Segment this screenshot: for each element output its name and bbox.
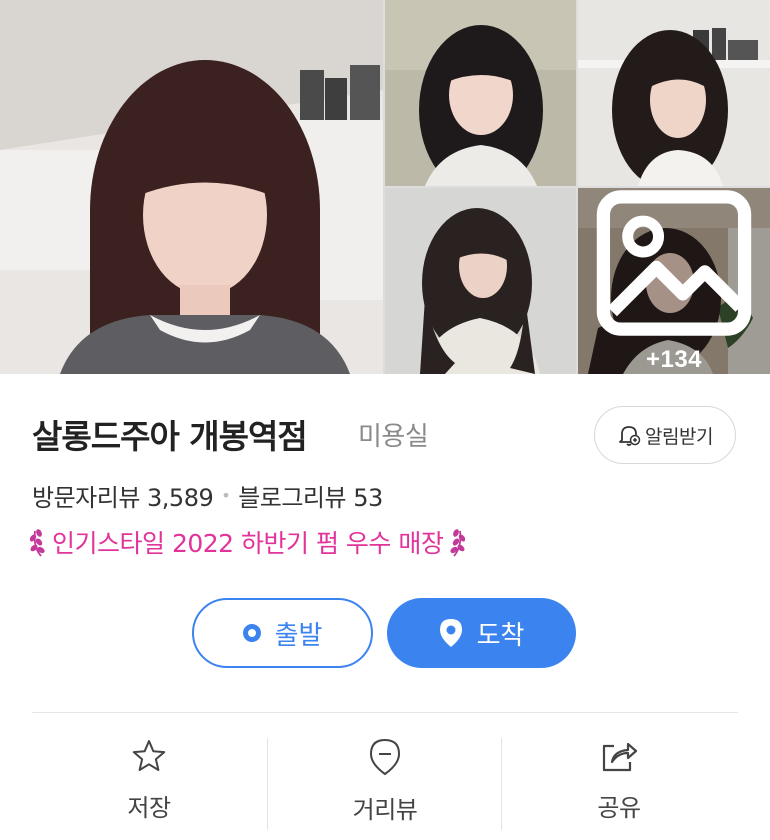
street-view-label: 거리뷰 xyxy=(352,796,418,824)
laurel-right-icon xyxy=(450,529,466,557)
map-marker-icon xyxy=(369,738,401,776)
location-pin-icon xyxy=(439,619,462,647)
arrival-button[interactable]: 도착 xyxy=(387,598,576,668)
separator-dot: • xyxy=(221,486,231,505)
arrival-label: 도착 xyxy=(476,620,525,651)
departure-label: 출발 xyxy=(274,620,323,651)
street-view-button[interactable]: 거리뷰 xyxy=(268,738,502,830)
main-photo[interactable] xyxy=(0,0,383,374)
award-badge[interactable]: 인기스타일 2022 하반기 펌 우수 매장 xyxy=(30,524,466,560)
place-category: 미용실 xyxy=(358,422,429,452)
origin-dot-icon xyxy=(242,624,261,642)
blog-review-link[interactable]: 블로그리뷰 53 xyxy=(238,478,383,513)
notification-button[interactable]: 알림받기 xyxy=(594,406,736,464)
save-button[interactable]: 저장 xyxy=(32,738,266,830)
gallery-photo-2[interactable] xyxy=(578,0,770,186)
place-header: 살롱드주아 개봉역점 미용실 알림받기 xyxy=(32,404,738,466)
share-label: 공유 xyxy=(597,794,641,822)
more-photos-overlay: +134 xyxy=(578,188,770,374)
bell-plus-icon xyxy=(619,426,641,446)
star-icon xyxy=(132,740,166,771)
share-button[interactable]: 공유 xyxy=(502,738,736,830)
gallery-photo-1[interactable] xyxy=(385,0,576,186)
share-icon xyxy=(602,742,638,772)
more-photos-count: +134 xyxy=(645,346,703,373)
section-divider xyxy=(32,712,738,713)
image-icon xyxy=(596,190,752,336)
departure-button[interactable]: 출발 xyxy=(192,598,373,668)
gallery-photo-3[interactable] xyxy=(385,188,576,374)
place-name: 살롱드주아 개봉역점 xyxy=(32,417,308,456)
save-label: 저장 xyxy=(127,794,171,822)
notification-label: 알림받기 xyxy=(645,425,713,448)
visitor-review-link[interactable]: 방문자리뷰 3,589 xyxy=(32,478,214,513)
photo-gallery: +134 xyxy=(0,0,770,374)
review-summary: 방문자리뷰 3,589 • 블로그리뷰 53 xyxy=(32,478,383,513)
laurel-left-icon xyxy=(30,529,45,557)
award-text: 인기스타일 2022 하반기 펌 우수 매장 xyxy=(52,529,444,558)
gallery-more-photos[interactable]: +134 xyxy=(578,188,770,374)
